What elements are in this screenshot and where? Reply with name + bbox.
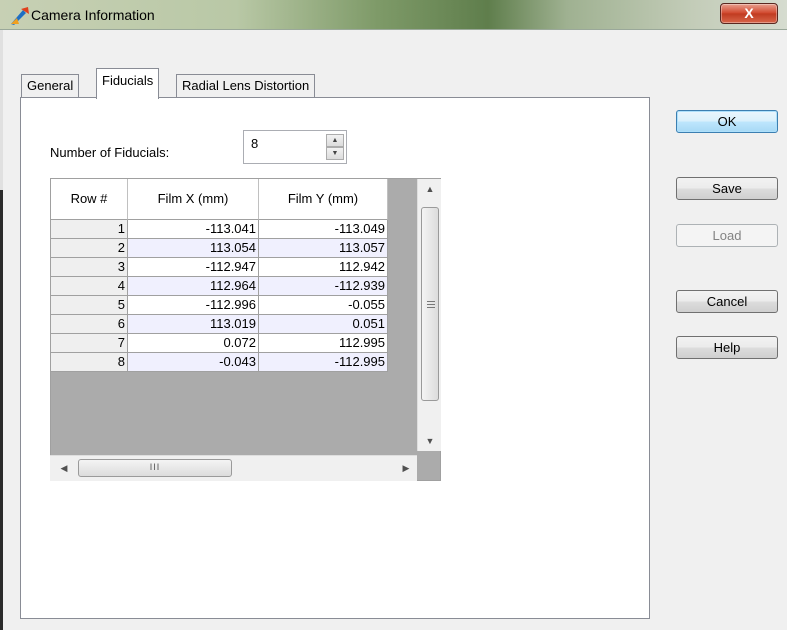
load-button[interactable]: Load	[676, 224, 778, 247]
film-x-cell[interactable]: -112.947	[128, 258, 259, 277]
column-header-row-number[interactable]: Row #	[51, 179, 128, 220]
help-button[interactable]: Help	[676, 336, 778, 359]
ok-button[interactable]: OK	[676, 110, 778, 133]
scroll-grip-icon	[427, 301, 435, 308]
window-title: Camera Information	[31, 7, 155, 23]
film-y-cell[interactable]: -113.049	[259, 220, 388, 239]
film-x-cell[interactable]: 113.054	[128, 239, 259, 258]
row-number-cell[interactable]: 1	[51, 220, 128, 239]
row-number-cell[interactable]: 7	[51, 334, 128, 353]
scroll-left-arrow-icon[interactable]: ◀	[54, 456, 74, 482]
tab-fiducials[interactable]: Fiducials	[96, 68, 160, 99]
film-y-cell[interactable]: 0.051	[259, 315, 388, 334]
spin-up-icon: ▲	[331, 137, 339, 144]
film-y-cell[interactable]: -112.995	[259, 353, 388, 372]
camera-app-icon	[11, 7, 29, 25]
column-header-film-y[interactable]: Film Y (mm)	[259, 179, 388, 220]
film-x-cell[interactable]: 0.072	[128, 334, 259, 353]
vertical-scroll-thumb[interactable]	[421, 207, 439, 401]
tab-radial-lens-distortion[interactable]: Radial Lens Distortion	[176, 74, 316, 98]
left-window-edge	[0, 30, 3, 630]
film-x-cell[interactable]: -112.996	[128, 296, 259, 315]
fiducials-table[interactable]: Row # Film X (mm) Film Y (mm) 1 -113.041-…	[50, 178, 441, 481]
tab-general[interactable]: General	[21, 74, 80, 98]
film-y-cell[interactable]: -112.939	[259, 277, 388, 296]
close-icon: X	[744, 5, 754, 21]
table-horizontal-scrollbar[interactable]: ◀ III ▶	[50, 455, 417, 481]
scroll-right-arrow-icon[interactable]: ▶	[396, 456, 416, 482]
fiducial-count-value[interactable]: 8	[251, 136, 258, 151]
close-button[interactable]: X	[720, 3, 778, 24]
film-x-cell[interactable]: -0.043	[128, 353, 259, 372]
row-number-cell[interactable]: 8	[51, 353, 128, 372]
title-bar[interactable]: Camera Information X	[0, 0, 787, 30]
film-y-cell[interactable]: 113.057	[259, 239, 388, 258]
film-y-cell[interactable]: 112.942	[259, 258, 388, 277]
spin-up-button[interactable]: ▲	[326, 134, 344, 147]
row-number-cell[interactable]: 6	[51, 315, 128, 334]
film-y-cell[interactable]: 112.995	[259, 334, 388, 353]
row-number-cell[interactable]: 3	[51, 258, 128, 277]
spinner-buttons: ▲ ▼	[326, 134, 344, 160]
film-x-cell[interactable]: -113.041	[128, 220, 259, 239]
window-shadow-strip	[0, 190, 3, 630]
scroll-down-arrow-icon[interactable]: ▼	[418, 431, 442, 451]
scroll-up-arrow-icon[interactable]: ▲	[418, 179, 442, 199]
tab-fiducials-label: Fiducials	[102, 73, 154, 88]
film-x-cell[interactable]: 112.964	[128, 277, 259, 296]
cancel-button[interactable]: Cancel	[676, 290, 778, 313]
save-button[interactable]: Save	[676, 177, 778, 200]
film-y-cell[interactable]: -0.055	[259, 296, 388, 315]
row-number-cell[interactable]: 2	[51, 239, 128, 258]
tab-radial-lens-distortion-label: Radial Lens Distortion	[182, 78, 310, 93]
fiducial-count-spinner[interactable]: 8 ▲ ▼	[243, 130, 347, 164]
spin-down-button[interactable]: ▼	[326, 147, 344, 160]
spin-down-icon: ▼	[331, 150, 339, 157]
tab-general-label: General	[27, 78, 74, 93]
film-x-cell[interactable]: 113.019	[128, 315, 259, 334]
row-number-cell[interactable]: 5	[51, 296, 128, 315]
horizontal-scroll-thumb[interactable]: III	[78, 459, 232, 477]
table-vertical-scrollbar[interactable]: ▲ ▼	[417, 179, 441, 451]
column-header-film-x[interactable]: Film X (mm)	[128, 179, 259, 220]
fiducial-count-label: Number of Fiducials:	[50, 145, 170, 160]
row-number-cell[interactable]: 4	[51, 277, 128, 296]
